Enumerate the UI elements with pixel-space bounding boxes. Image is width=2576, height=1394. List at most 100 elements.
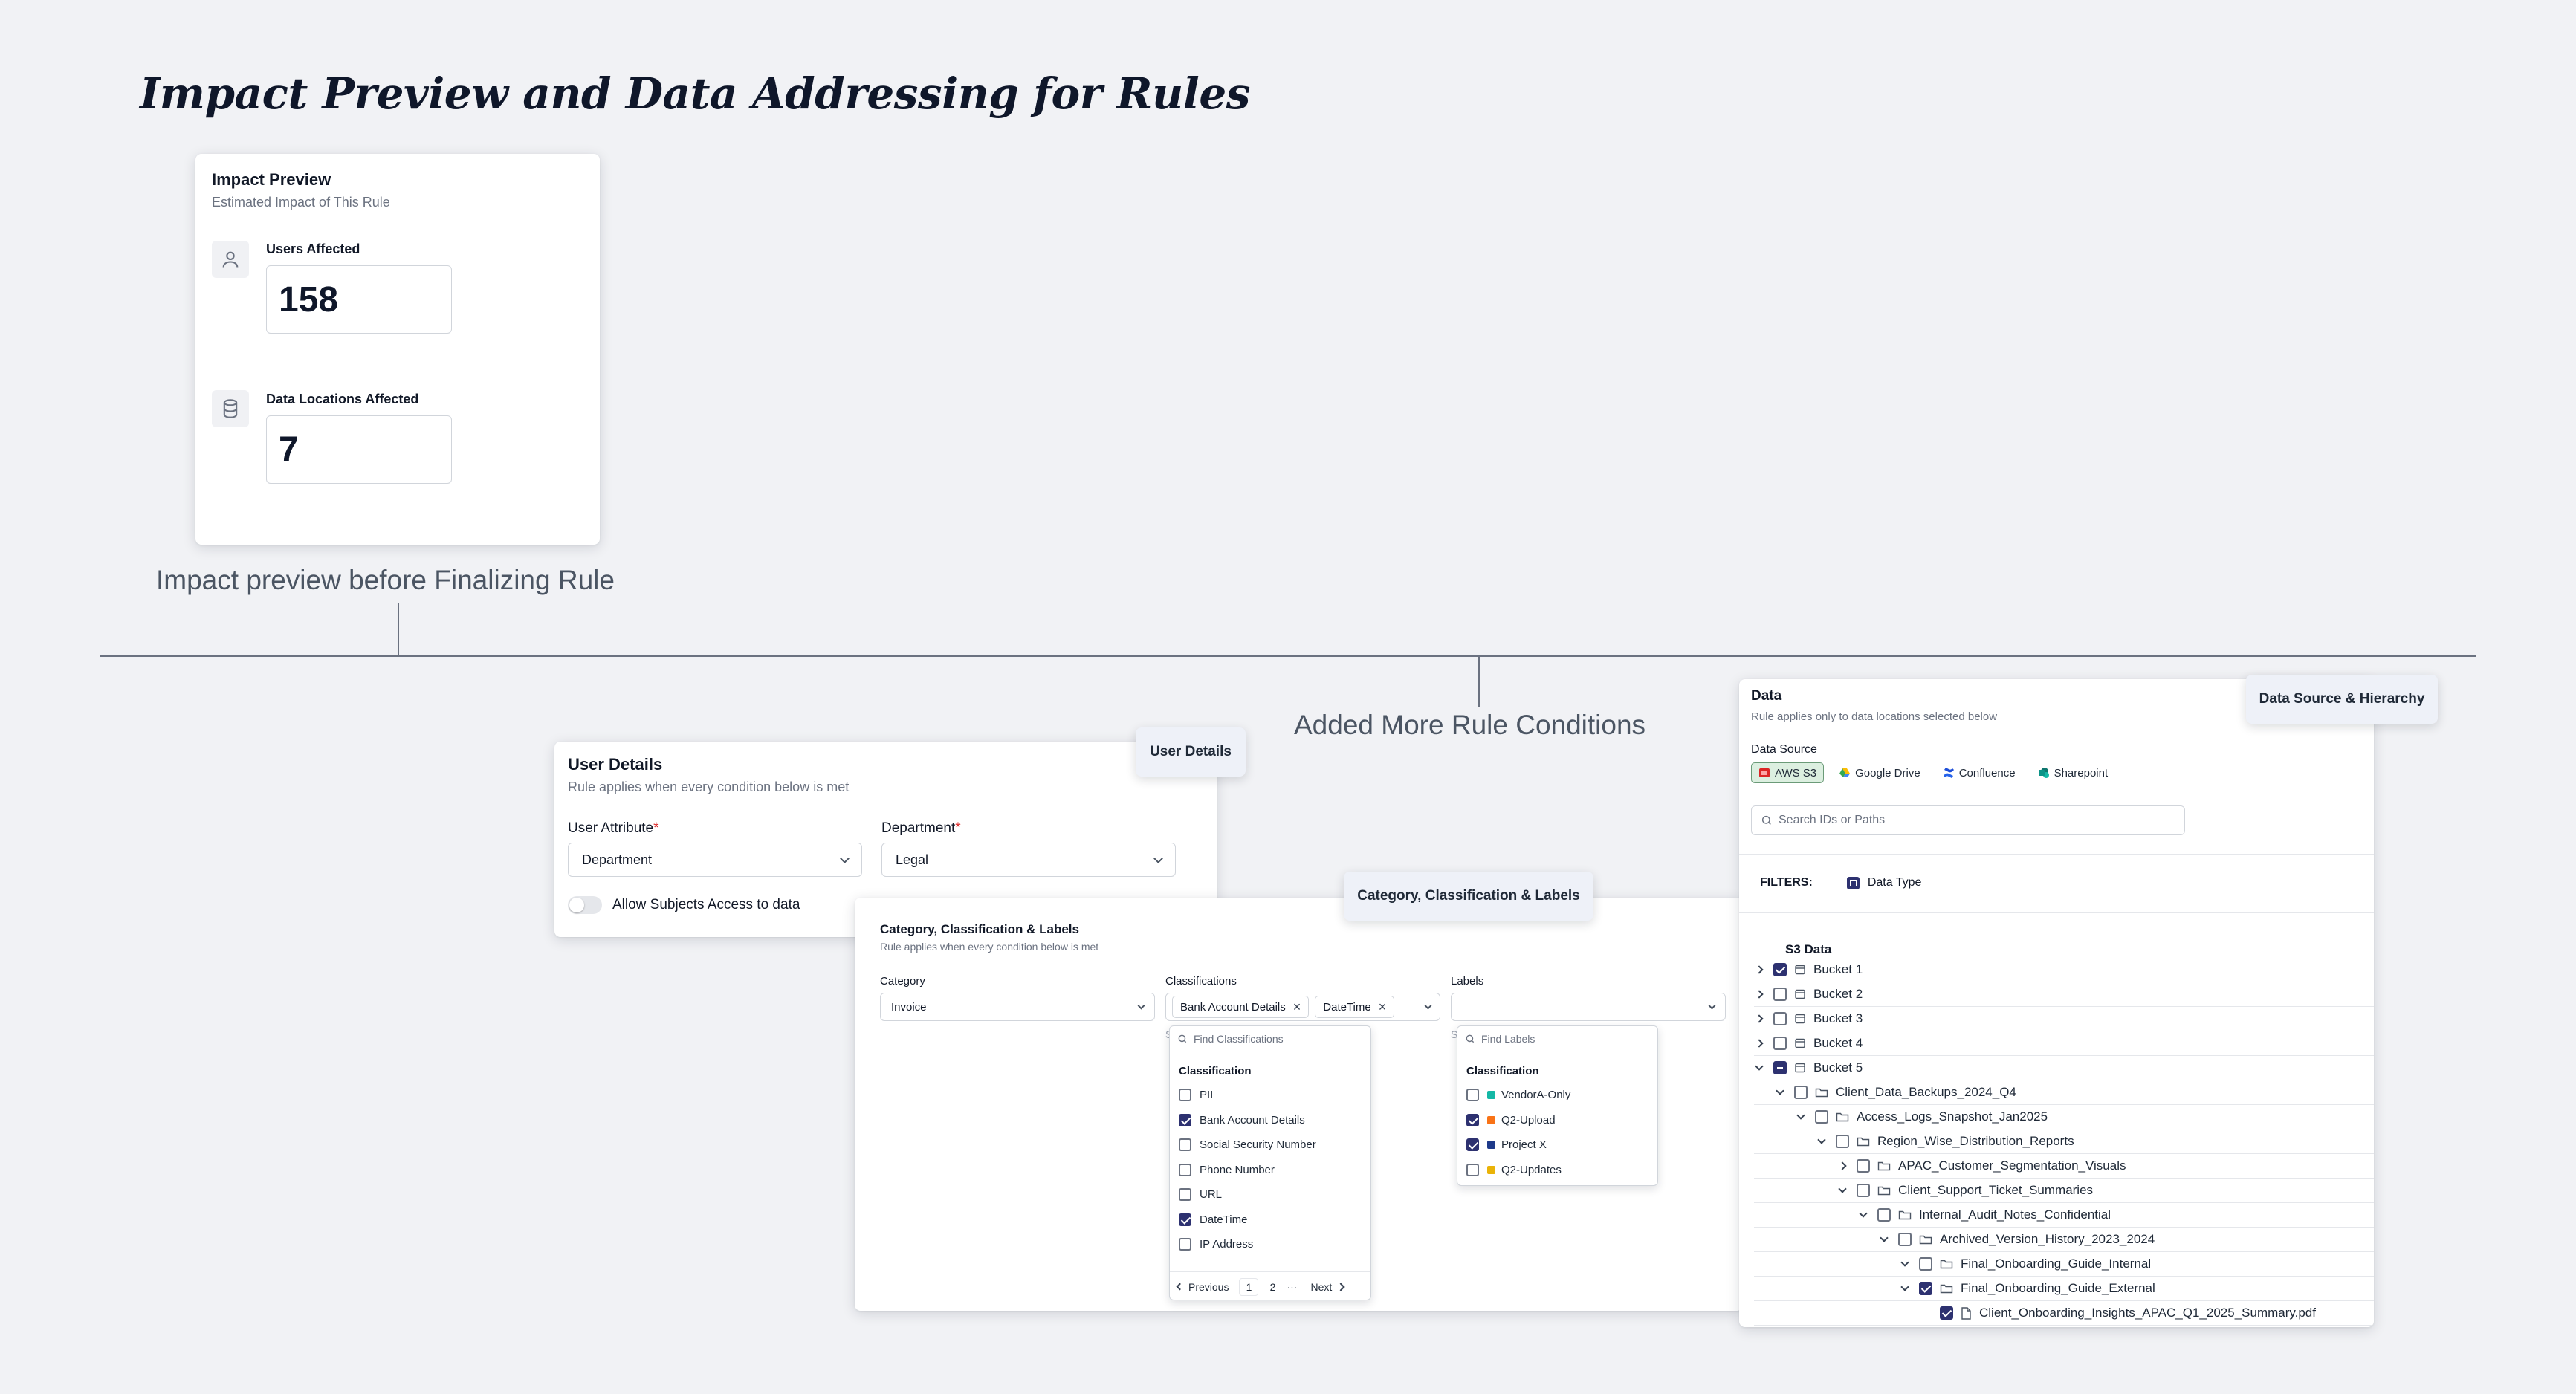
source-confluence[interactable]: Confluence <box>1935 762 2023 783</box>
checkbox[interactable] <box>1773 1061 1787 1074</box>
data-type-filter[interactable]: Data Type <box>1846 876 1921 889</box>
chevron-right-icon[interactable] <box>1754 1039 1764 1048</box>
checkbox[interactable] <box>1179 1113 1191 1126</box>
checkbox[interactable] <box>1466 1089 1479 1101</box>
tree-item-label: APAC_Customer_Segmentation_Visuals <box>1898 1158 2126 1173</box>
checkbox[interactable] <box>1179 1188 1191 1201</box>
user-attribute-select[interactable]: Department <box>568 843 862 877</box>
checkbox[interactable] <box>1179 1089 1191 1101</box>
tree-row[interactable]: Client_Data_Backups_2024_Q4 <box>1754 1080 2374 1105</box>
database-icon <box>212 390 249 427</box>
chevron-down-icon[interactable] <box>1816 1135 1827 1144</box>
classifications-select[interactable]: Bank Account Details × DateTime × <box>1165 993 1440 1021</box>
department-label: Department* <box>881 820 961 836</box>
label-option[interactable]: Project X <box>1466 1138 1547 1151</box>
tree-header: S3 Data <box>1785 942 1832 956</box>
classification-option[interactable]: PII <box>1179 1089 1213 1101</box>
chevron-down-icon[interactable] <box>1796 1110 1806 1120</box>
tree-row[interactable]: Bucket 3 <box>1754 1007 2374 1031</box>
tree-row[interactable]: Final_Onboarding_Guide_Internal <box>1754 1252 2374 1277</box>
checkbox[interactable] <box>1466 1163 1479 1176</box>
classification-option[interactable]: Bank Account Details <box>1179 1113 1305 1126</box>
source-aws-s3[interactable]: AWS S3 <box>1751 762 1825 783</box>
source-google-drive[interactable]: Google Drive <box>1831 762 1928 783</box>
checkbox[interactable] <box>1179 1138 1191 1151</box>
folder-icon <box>1877 1160 1891 1172</box>
checkbox[interactable] <box>1877 1208 1891 1222</box>
tree-row[interactable]: Access_Logs_Snapshot_Jan2025 <box>1754 1105 2374 1129</box>
classification-option[interactable]: URL <box>1179 1188 1222 1201</box>
chevron-down-icon[interactable] <box>1837 1184 1848 1193</box>
checkbox[interactable] <box>1179 1213 1191 1226</box>
classification-option[interactable]: DateTime <box>1179 1213 1247 1226</box>
checkbox[interactable] <box>1466 1138 1479 1151</box>
chevron-right-icon[interactable] <box>1837 1161 1848 1170</box>
checkbox[interactable] <box>1773 1037 1787 1050</box>
chevron-down-icon[interactable] <box>1775 1086 1785 1095</box>
tree-row[interactable]: Region_Wise_Distribution_Reports <box>1754 1129 2374 1154</box>
tree-row[interactable]: Bucket 4 <box>1754 1031 2374 1056</box>
checkbox[interactable] <box>1940 1306 1953 1320</box>
classification-option[interactable]: Phone Number <box>1179 1163 1275 1176</box>
checkbox[interactable] <box>1773 963 1787 976</box>
remove-chip-icon[interactable]: × <box>1379 1000 1387 1014</box>
class-search-input[interactable]: Find Classifications <box>1170 1026 1370 1051</box>
checkbox[interactable] <box>1179 1163 1191 1176</box>
folder-icon <box>1940 1283 1953 1294</box>
chevron-right-icon <box>1336 1282 1345 1291</box>
labels-select[interactable] <box>1451 993 1726 1021</box>
tree-row[interactable]: APAC_Customer_Segmentation_Visuals <box>1754 1154 2374 1179</box>
tree-row[interactable]: Final_Onboarding_Guide_External <box>1754 1277 2374 1301</box>
checkbox[interactable] <box>1836 1135 1849 1148</box>
tree-row[interactable]: Bucket 1 <box>1754 958 2374 982</box>
checkbox[interactable] <box>1857 1184 1870 1197</box>
chevron-down-icon[interactable] <box>1879 1233 1889 1242</box>
checkbox[interactable] <box>1898 1233 1912 1246</box>
locations-affected-value: 7 <box>266 415 452 484</box>
data-source-options: AWS S3 Google Drive Confluence Sharepoint <box>1751 762 2123 783</box>
page-1-button[interactable]: 1 <box>1239 1277 1259 1296</box>
checkbox[interactable] <box>1919 1257 1932 1271</box>
allow-access-label: Allow Subjects Access to data <box>612 897 800 912</box>
tree-row[interactable]: Bucket 5 <box>1754 1056 2374 1080</box>
category-select[interactable]: Invoice <box>880 993 1155 1021</box>
checkbox[interactable] <box>1815 1110 1828 1124</box>
label-option[interactable]: VendorA-Only <box>1466 1089 1570 1101</box>
labels-search-input[interactable]: Find Labels <box>1457 1026 1657 1051</box>
chevron-down-icon[interactable] <box>1754 1061 1764 1071</box>
checkbox[interactable] <box>1466 1113 1479 1126</box>
search-paths-input[interactable]: Search IDs or Paths <box>1751 805 2185 835</box>
option-label: Bank Account Details <box>1200 1113 1305 1126</box>
classification-option[interactable]: IP Address <box>1179 1238 1253 1251</box>
classification-option[interactable]: Social Security Number <box>1179 1138 1316 1151</box>
chevron-right-icon[interactable] <box>1754 965 1764 974</box>
chevron-down-icon[interactable] <box>1858 1208 1868 1218</box>
chevron-down-icon[interactable] <box>1900 1282 1910 1291</box>
tree-row[interactable]: Bucket 2 <box>1754 982 2374 1007</box>
label-option[interactable]: Q2-Updates <box>1466 1163 1562 1176</box>
tree-row[interactable]: Archived_Version_History_2023_2024 <box>1754 1228 2374 1252</box>
source-label: AWS S3 <box>1775 766 1817 779</box>
checkbox[interactable] <box>1857 1159 1870 1173</box>
remove-chip-icon[interactable]: × <box>1293 1000 1301 1014</box>
checkbox[interactable] <box>1794 1086 1808 1099</box>
source-sharepoint[interactable]: Sharepoint <box>2030 762 2116 783</box>
prev-page-button[interactable]: Previous <box>1176 1281 1229 1293</box>
chevron-right-icon[interactable] <box>1754 1014 1764 1023</box>
checkbox[interactable] <box>1773 988 1787 1001</box>
checkbox[interactable] <box>1919 1282 1932 1295</box>
folder-icon <box>1836 1111 1849 1123</box>
tree-row[interactable]: Client_Support_Ticket_Summaries <box>1754 1179 2374 1203</box>
next-page-button[interactable]: Next <box>1310 1281 1345 1293</box>
chevron-right-icon[interactable] <box>1754 990 1764 999</box>
page-2-button[interactable]: 2 <box>1263 1278 1282 1296</box>
checkbox[interactable] <box>1773 1012 1787 1025</box>
label-option[interactable]: Q2-Upload <box>1466 1113 1556 1126</box>
folder-icon <box>1919 1233 1932 1245</box>
tree-row[interactable]: Client_Onboarding_Insights_APAC_Q1_2025_… <box>1754 1301 2374 1326</box>
checkbox[interactable] <box>1179 1238 1191 1251</box>
tree-row[interactable]: Internal_Audit_Notes_Confidential <box>1754 1203 2374 1228</box>
chevron-down-icon[interactable] <box>1900 1257 1910 1267</box>
department-select[interactable]: Legal <box>881 843 1176 877</box>
allow-access-toggle[interactable] <box>568 896 602 914</box>
